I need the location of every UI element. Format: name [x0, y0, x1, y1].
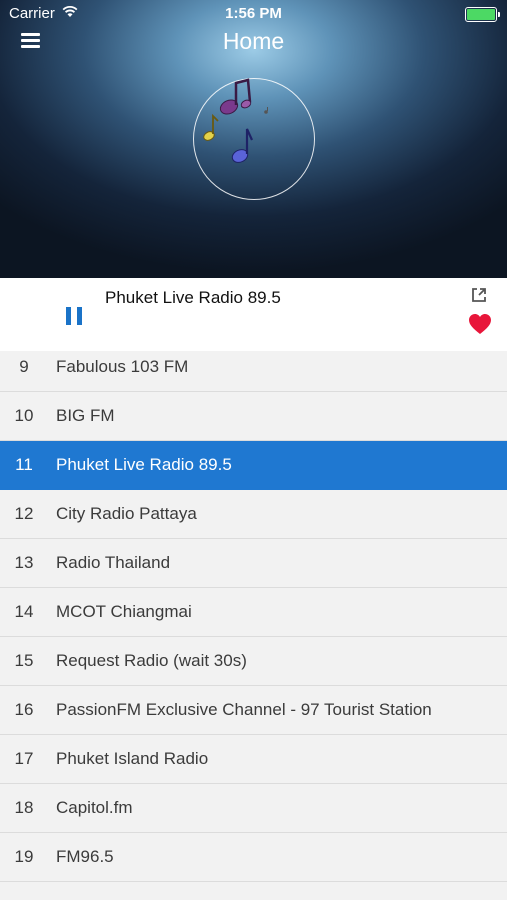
station-number: 19 — [14, 847, 34, 866]
heart-icon[interactable] — [468, 313, 492, 335]
station-number: 17 — [14, 749, 34, 768]
list-item[interactable]: 11 Phuket Live Radio 89.5 — [0, 441, 507, 490]
station-name: City Radio Pattaya — [56, 504, 197, 523]
list-item[interactable]: 16 PassionFM Exclusive Channel - 97 Touri… — [0, 686, 507, 735]
station-number: 16 — [14, 700, 34, 719]
station-name: Request Radio (wait 30s) — [56, 651, 247, 670]
battery-icon — [465, 7, 500, 22]
station-number: 14 — [14, 602, 34, 621]
station-name: Fabulous 103 FM — [56, 357, 189, 376]
station-number: 11 — [15, 455, 33, 474]
pause-button[interactable] — [66, 307, 82, 325]
list-item[interactable]: 12 City Radio Pattaya — [0, 490, 507, 539]
station-list: 9 Fabulous 103 FM 10 BIG FM 11 Phuket Live Ra… — [0, 351, 507, 900]
station-name: Phuket Live Radio 89.5 — [56, 455, 232, 474]
list-item[interactable]: 9 Fabulous 103 FM — [0, 351, 507, 392]
header: Carrier 1:56 PM Home — [0, 0, 507, 278]
list-item[interactable]: 10 BIG FM — [0, 392, 507, 441]
station-name: FM96.5 — [56, 847, 114, 866]
list-item[interactable]: 17 Phuket Island Radio — [0, 735, 507, 784]
station-name: Radio Thailand — [56, 553, 171, 572]
station-number: 18 — [14, 798, 34, 817]
station-name: Capitol.fm — [56, 798, 133, 817]
list-item[interactable]: 19 FM96.5 — [0, 833, 507, 882]
station-name: PassionFM Exclusive Channel - 97 Tourist… — [56, 700, 432, 719]
list-item[interactable]: 18 Capitol.fm — [0, 784, 507, 833]
status-time: 1:56 PM — [225, 5, 282, 22]
station-number: 10 — [14, 406, 34, 425]
share-icon[interactable] — [471, 287, 487, 303]
station-name: BIG FM — [56, 406, 115, 425]
now-playing-title: Phuket Live Radio 89.5 — [105, 288, 281, 307]
music-notes-logo — [203, 78, 268, 163]
page-title: Home — [222, 28, 285, 54]
status-bar: Carrier 1:56 PM — [0, 0, 507, 28]
station-number: 9 — [19, 357, 29, 376]
station-name: Phuket Island Radio — [56, 749, 209, 768]
station-name: MCOT Chiangmai — [56, 602, 192, 621]
station-number: 15 — [14, 651, 34, 670]
list-item[interactable]: 13 Radio Thailand — [0, 539, 507, 588]
list-item[interactable]: 14 MCOT Chiangmai — [0, 588, 507, 637]
station-number: 13 — [14, 553, 34, 572]
station-number: 12 — [14, 504, 34, 523]
list-item[interactable]: 15 Request Radio (wait 30s) — [0, 637, 507, 686]
